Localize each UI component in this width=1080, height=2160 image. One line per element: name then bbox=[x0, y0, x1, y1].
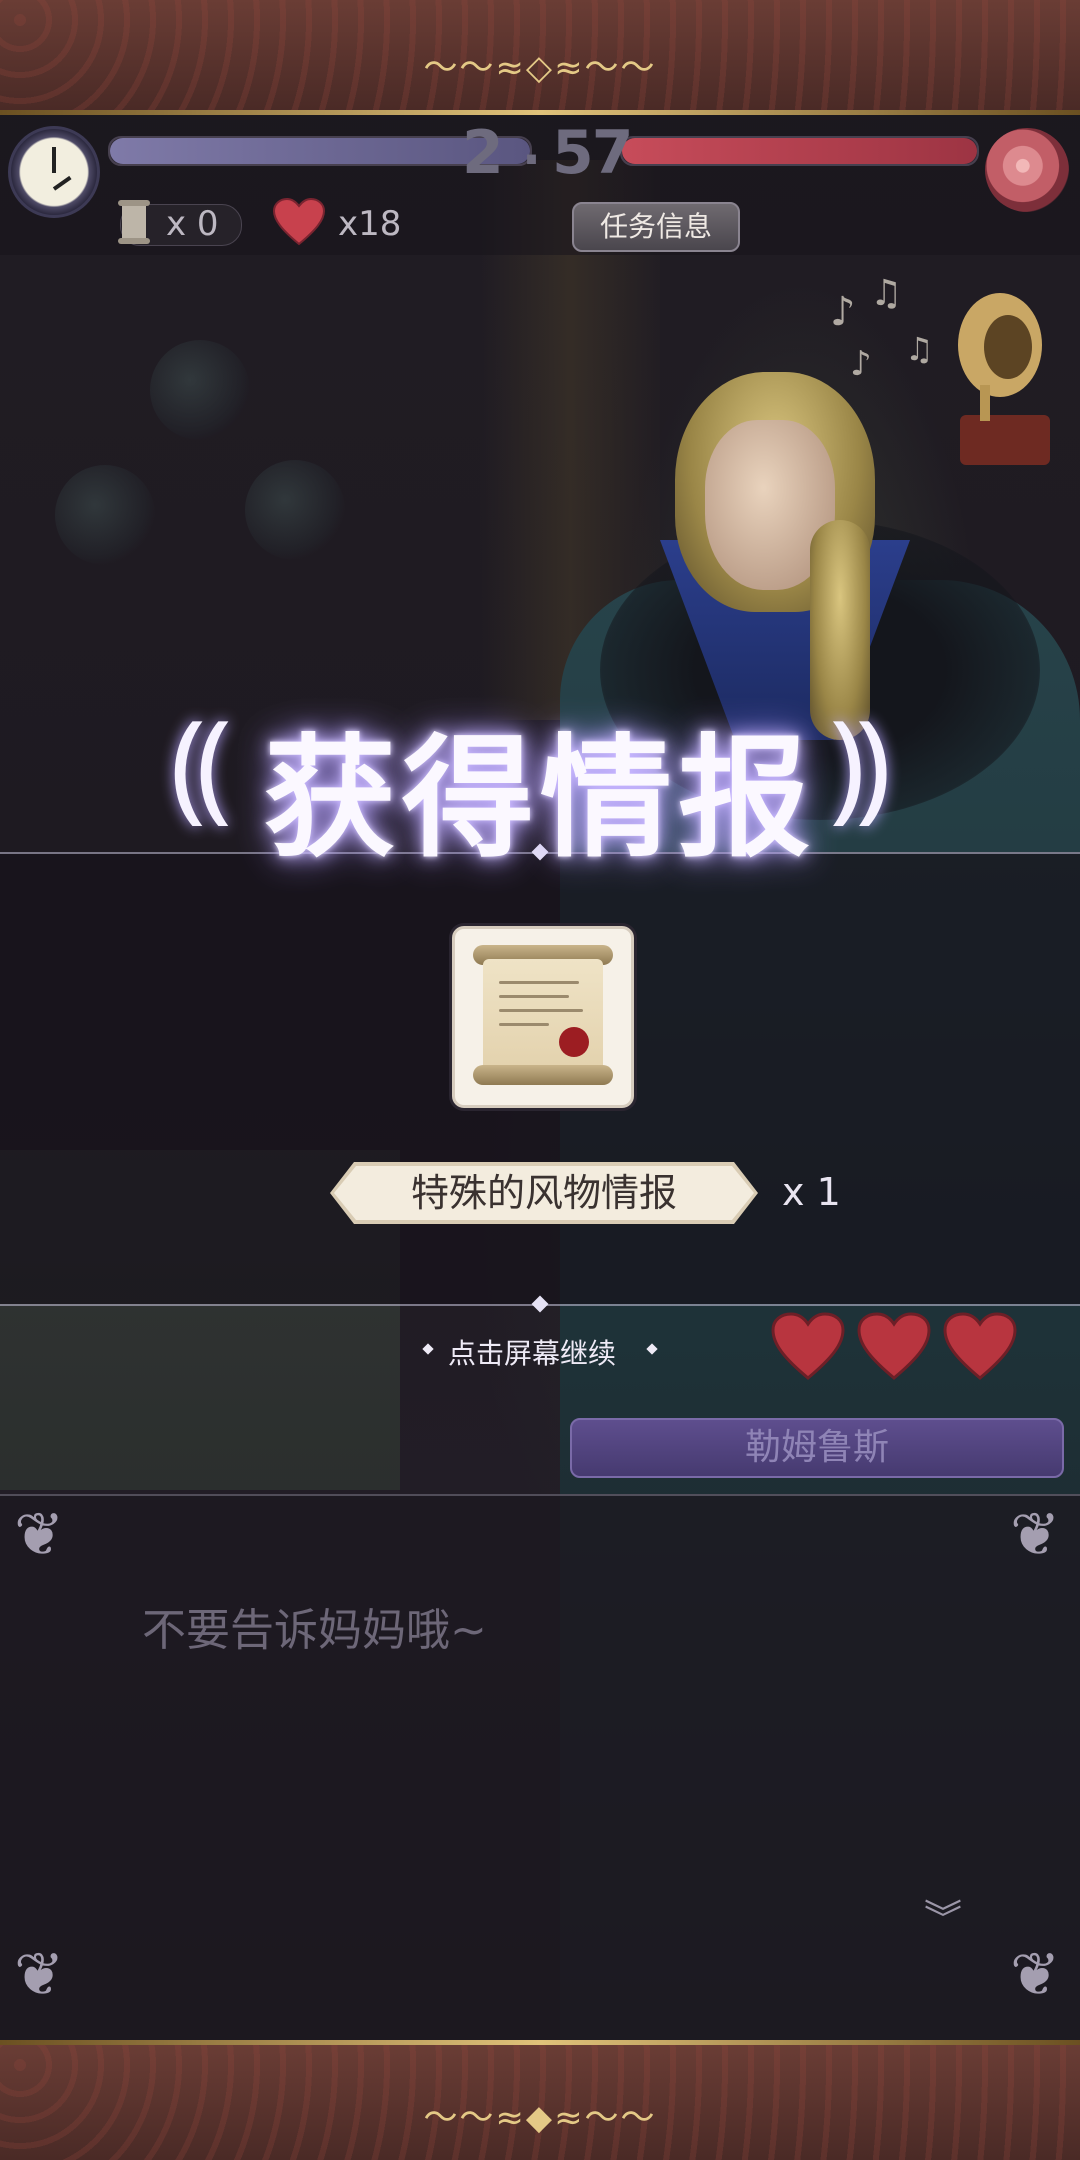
corner-ornament: ❦ bbox=[14, 1940, 65, 2010]
dialogue-text: 不要告诉妈妈哦~ bbox=[142, 1605, 487, 1656]
time-minutes: 57 bbox=[552, 118, 633, 188]
laurel-icon: ⸨ bbox=[170, 697, 231, 836]
affection-heart-icon bbox=[856, 1312, 932, 1382]
wax-seal bbox=[559, 1027, 589, 1057]
clock-icon bbox=[8, 126, 100, 218]
scroll-icon bbox=[116, 198, 152, 246]
bottom-flourish: ～～≈◆≈～～ bbox=[423, 2098, 657, 2138]
svg-text:♪: ♪ bbox=[850, 344, 872, 384]
affection-heart-icon bbox=[942, 1312, 1018, 1382]
corner-ornament: ❦ bbox=[1010, 1500, 1061, 1570]
dialogue-box[interactable] bbox=[0, 1494, 1080, 2040]
heart-count: x18 bbox=[338, 204, 402, 244]
wall-orb bbox=[55, 465, 155, 565]
scroll-count: x 0 bbox=[166, 204, 219, 244]
continue-hint[interactable]: 点击屏幕继续 bbox=[448, 1332, 616, 1372]
wall-orb bbox=[150, 340, 250, 440]
reward-title: 获得情报 bbox=[264, 722, 816, 876]
affection-heart-icon bbox=[770, 1312, 846, 1382]
rose-icon bbox=[985, 128, 1069, 212]
mission-info-button[interactable]: 任务信息 bbox=[572, 202, 740, 252]
wall-orb bbox=[245, 460, 345, 560]
double-chevron-down-icon[interactable]: ︾ bbox=[924, 1888, 962, 1943]
speaker-name: 勒姆鲁斯 bbox=[570, 1418, 1064, 1478]
svg-text:♫: ♫ bbox=[870, 273, 902, 314]
reward-item-card[interactable] bbox=[452, 926, 634, 1108]
top-flourish: ～～≈◇≈～～ bbox=[423, 48, 657, 88]
corner-ornament: ❦ bbox=[1010, 1940, 1061, 2010]
laurel-icon: ⸩ bbox=[830, 697, 891, 836]
time-bar-right bbox=[620, 136, 979, 166]
time-hours: 2 bbox=[462, 118, 504, 188]
dialogue-divider bbox=[0, 1494, 1080, 1496]
heart-icon bbox=[272, 197, 326, 246]
item-name: 特殊的风物情报 bbox=[334, 1166, 754, 1220]
item-quantity: x 1 bbox=[782, 1170, 841, 1214]
corner-ornament: ❦ bbox=[14, 1500, 65, 1570]
svg-text:♪: ♪ bbox=[830, 289, 856, 335]
svg-text:♫: ♫ bbox=[905, 330, 934, 368]
time-separator: . bbox=[522, 118, 541, 176]
